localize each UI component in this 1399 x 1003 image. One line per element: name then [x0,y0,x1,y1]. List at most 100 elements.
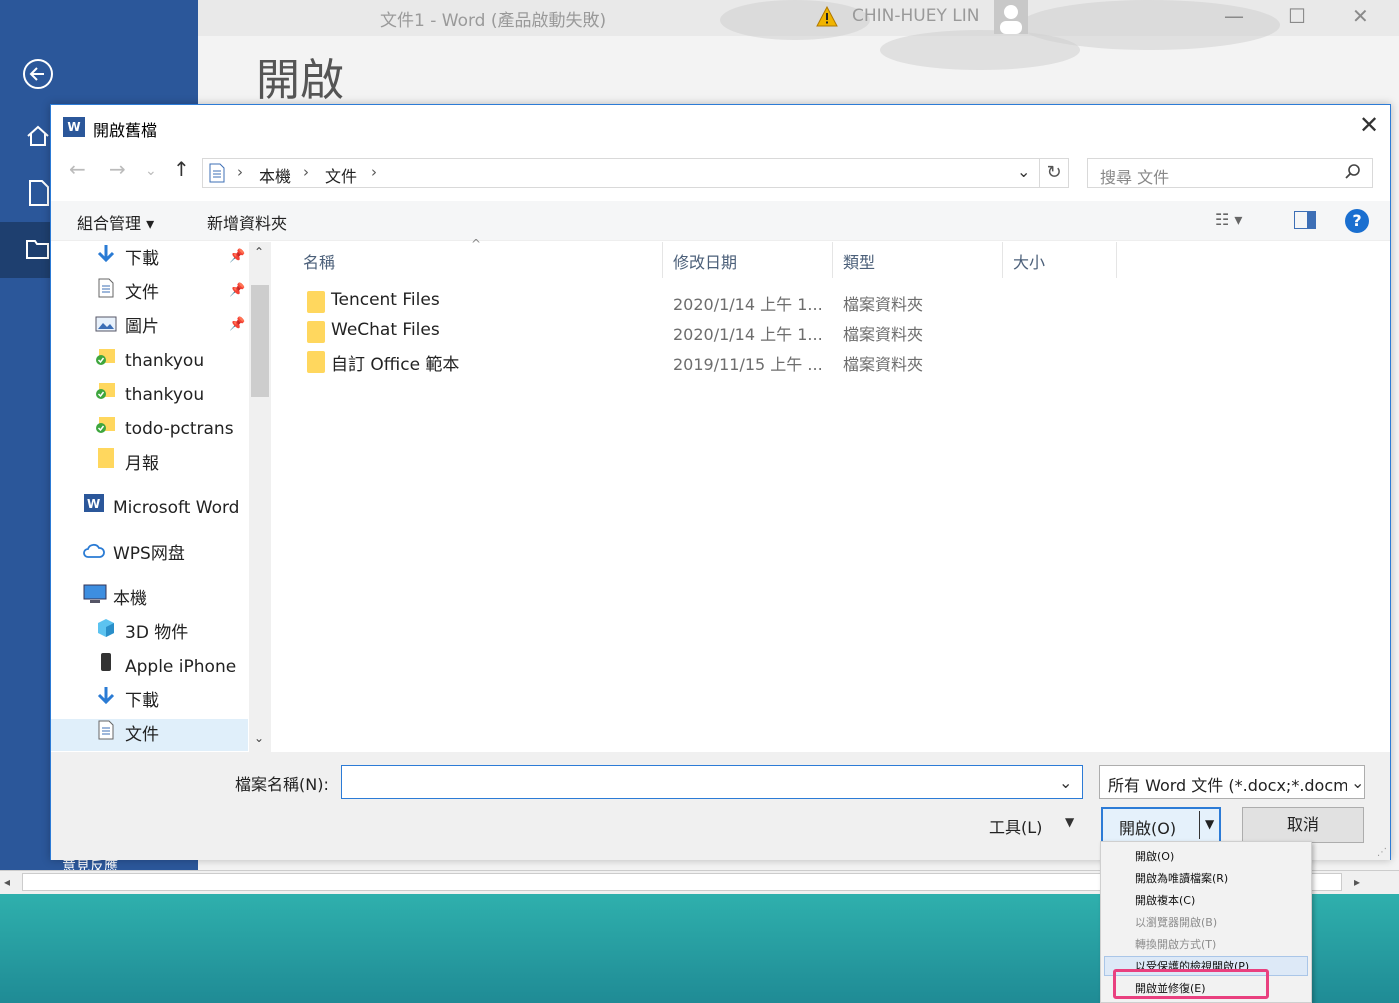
nav-item-pictures[interactable]: 圖片 [95,311,159,343]
nav-item-thankyou[interactable]: thankyou [95,345,204,377]
nav-item-todo-pctrans[interactable]: todo-pctrans [95,413,234,445]
word-icon: W [83,492,105,524]
synced-folder-icon [95,345,117,377]
preview-pane-button[interactable] [1294,211,1316,229]
nav-item-monthly-report[interactable]: 月報 [95,447,159,479]
pin-icon[interactable]: 📌 [229,249,245,264]
user-name[interactable]: CHIN-HUEY LIN [852,6,979,26]
file-name-input[interactable] [341,765,1083,799]
back-button[interactable]: ← [69,157,86,181]
annotation-highlight-box [1113,969,1269,999]
column-divider[interactable] [662,242,663,278]
download-icon [95,243,117,275]
breadcrumb-this-pc[interactable]: 本機 [259,163,291,187]
organize-button[interactable]: 組合管理 ▾ [77,210,154,234]
close-button[interactable]: ✕ [1359,111,1379,139]
maximize-button[interactable]: ☐ [1288,4,1306,28]
document-icon [209,163,225,187]
menu-item-open[interactable]: 開啟(O) [1135,848,1174,864]
folder-icon [307,321,325,343]
nav-item-documents-2[interactable]: 文件 [95,719,159,751]
search-input[interactable]: 搜尋 文件 [1087,158,1373,188]
nav-item-label: todo-pctrans [125,419,234,439]
table-row[interactable]: Tencent Files 2020/1/14 上午 1... 檔案資料夾 [301,287,1131,317]
nav-item-label: 下載 [125,691,159,711]
document-icon [95,719,117,751]
forward-button[interactable]: → [109,157,126,181]
filter-chevron-icon[interactable]: ⌄ [1347,773,1365,792]
column-header-modified[interactable]: 修改日期 [673,249,737,273]
nav-item-microsoft-word[interactable]: W Microsoft Word [83,492,239,524]
search-icon [1344,163,1362,185]
file-type: 檔案資料夾 [843,325,924,344]
table-row[interactable]: 自訂 Office 範本 2019/11/15 上午 ... 檔案資料夾 [301,347,1131,377]
word-window-title: 文件1 - Word (產品啟動失敗) [380,11,607,31]
nav-item-this-pc[interactable]: 本機 [83,583,147,615]
table-row[interactable]: WeChat Files 2020/1/14 上午 1... 檔案資料夾 [301,317,1131,347]
help-button[interactable]: ? [1345,209,1369,233]
menu-item-open-with-transform: 轉換開啟方式(T) [1135,938,1217,951]
nav-item-label: 文件 [125,283,159,303]
warning-icon[interactable] [816,5,838,28]
file-type: 檔案資料夾 [843,295,924,314]
pin-icon[interactable]: 📌 [229,283,245,298]
new-folder-button[interactable]: 新增資料夾 [207,210,287,234]
open-folder-icon[interactable] [26,238,50,264]
folder-icon [307,351,325,373]
tools-button[interactable]: 工具(L) [989,814,1042,838]
file-name-dropdown-icon[interactable]: ⌄ [1059,773,1072,792]
chevron-down-icon[interactable]: ⌄ [1017,162,1030,181]
open-button[interactable]: 開啟(O) ▼ [1101,807,1221,843]
scroll-left-icon[interactable]: ◂ [4,875,10,889]
resize-grip-icon[interactable]: ⋰ [1377,847,1387,858]
avatar[interactable] [994,0,1028,34]
up-button[interactable]: ↑ [173,157,190,181]
column-header-size[interactable]: 大小 [1013,249,1045,273]
search-placeholder: 搜尋 文件 [1100,168,1170,187]
nav-item-downloads[interactable]: 下載 [95,243,159,275]
recent-locations-button[interactable]: ⌄ [145,163,157,179]
nav-item-downloads-2[interactable]: 下載 [95,685,159,717]
open-dropdown-arrow-icon[interactable]: ▼ [1205,817,1214,831]
nav-item-apple-iphone[interactable]: Apple iPhone [95,651,236,683]
nav-item-documents[interactable]: 文件 [95,277,159,309]
column-header-name[interactable]: 名稱 [303,249,335,273]
column-divider[interactable] [1116,242,1117,278]
breadcrumb-separator: › [303,163,309,181]
scroll-down-icon[interactable]: ⌄ [254,731,264,745]
nav-item-wps-cloud[interactable]: WPS网盘 [83,538,185,570]
nav-item-label: Microsoft Word [113,498,240,518]
menu-item-open-copy[interactable]: 開啟複本(C) [1135,892,1195,908]
menu-item-open-read-only[interactable]: 開啟為唯讀檔案(R) [1135,870,1228,886]
picture-icon [95,311,117,343]
address-bar[interactable]: › 本機 › 文件 › ⌄ [202,158,1040,188]
view-options-button[interactable]: ☷ ▾ [1215,210,1242,229]
file-name: WeChat Files [331,320,440,340]
column-divider[interactable] [1002,242,1003,278]
computer-icon [83,583,107,615]
pin-icon[interactable]: 📌 [229,317,245,332]
title-decoration [720,0,870,40]
nav-item-label: thankyou [125,385,205,405]
word-close-button[interactable]: ✕ [1352,4,1369,28]
page-title: 開啟 [256,55,344,106]
file-type-filter[interactable]: 所有 Word 文件 (*.docx;*.docm [1099,765,1365,799]
column-header-type[interactable]: 類型 [843,249,875,273]
cancel-button[interactable]: 取消 [1242,807,1364,843]
nav-item-thankyou-2[interactable]: thankyou [95,379,204,411]
nav-item-3d-objects[interactable]: 3D 物件 [95,617,188,649]
word-icon: W [63,117,85,137]
column-divider[interactable] [832,242,833,278]
scroll-right-icon[interactable]: ▸ [1354,875,1360,889]
refresh-button[interactable]: ↻ [1039,158,1069,188]
breadcrumb-documents[interactable]: 文件 [325,163,357,187]
new-document-icon[interactable] [28,180,50,210]
minimize-button[interactable]: — [1224,4,1244,28]
back-arrow-icon[interactable] [22,58,54,97]
scroll-up-icon[interactable]: ⌃ [254,245,264,259]
breadcrumb-separator: › [371,163,377,181]
home-icon[interactable] [26,124,50,152]
sort-indicator-icon: ^ [471,237,482,251]
tools-dropdown-icon[interactable]: ▼ [1065,815,1074,829]
nav-scroll-thumb[interactable] [251,285,269,397]
